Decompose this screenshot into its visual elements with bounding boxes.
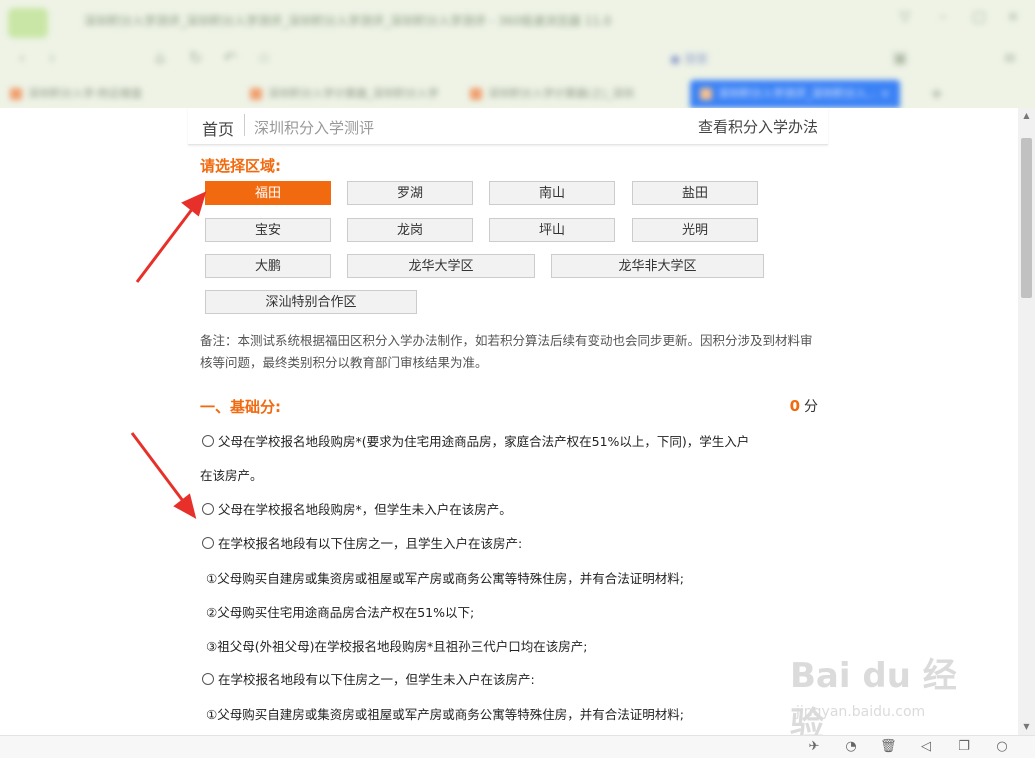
speed-icon[interactable]: ◔: [843, 739, 859, 755]
rocket-icon[interactable]: ✈: [806, 739, 822, 755]
annotation-arrows: [130, 191, 207, 519]
volume-icon[interactable]: ◁: [918, 739, 934, 755]
watermark-url: jingyan.baidu.com: [796, 704, 926, 720]
window-icon[interactable]: ❐: [956, 739, 972, 755]
trash-icon[interactable]: 🗑: [880, 739, 897, 755]
status-bar: ✈ ◔ 🗑 ◁ ❐ ○: [0, 735, 1035, 758]
zoom-icon[interactable]: ○: [994, 739, 1010, 755]
watermark-brand: Bai du 经验: [790, 656, 957, 745]
baidu-watermark-logo: Bai du 经验 jingyan.baidu.com: [790, 648, 990, 745]
arrow-to-option: [130, 432, 197, 519]
arrow-to-region: [135, 191, 207, 283]
